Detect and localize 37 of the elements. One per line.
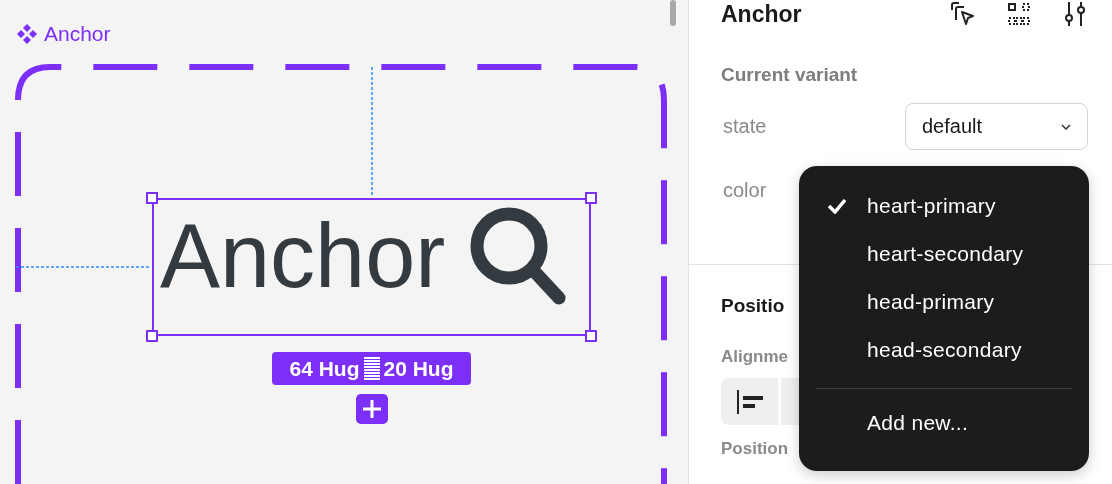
- height-value: 20 Hug: [383, 356, 454, 381]
- menu-item[interactable]: head-secondary: [815, 326, 1073, 374]
- component-icon: [16, 23, 38, 45]
- add-new-item[interactable]: Add new...: [815, 403, 1073, 443]
- search-icon: [469, 206, 568, 306]
- anchor-text: Anchor: [160, 211, 446, 301]
- menu-item[interactable]: heart-secondary: [815, 230, 1073, 278]
- resize-handle[interactable]: [146, 330, 158, 342]
- grid-button[interactable]: [1006, 0, 1032, 28]
- resize-handle[interactable]: [585, 192, 597, 204]
- state-select[interactable]: default: [905, 103, 1088, 150]
- panel-title: Anchor: [721, 0, 803, 28]
- resize-handle[interactable]: [146, 192, 158, 204]
- field-label: Alignme: [721, 347, 789, 367]
- plus-icon: [362, 399, 382, 419]
- section-heading: Current variant: [721, 64, 859, 86]
- cursor-copy-icon: [950, 1, 976, 27]
- scrollbar[interactable]: [670, 0, 676, 26]
- menu-item[interactable]: heart-primary: [815, 182, 1073, 230]
- add-button[interactable]: [356, 394, 388, 424]
- property-label: state: [722, 115, 767, 138]
- menu-item[interactable]: head-primary: [815, 278, 1073, 326]
- component-name: Anchor: [44, 22, 111, 46]
- align-left-icon: [736, 389, 763, 414]
- hug-icon: [363, 356, 380, 381]
- grid-icon: [1007, 2, 1031, 26]
- resize-handle[interactable]: [585, 330, 597, 342]
- chevron-icon: [1061, 123, 1071, 130]
- settings-button[interactable]: [1062, 0, 1088, 28]
- width-value: 64 Hug: [289, 356, 360, 381]
- select-instances-button[interactable]: [950, 0, 976, 28]
- align-left-button[interactable]: [721, 378, 778, 425]
- property-label: color: [722, 179, 767, 202]
- sliders-icon: [1063, 1, 1087, 27]
- field-label: Position: [721, 439, 789, 459]
- section-heading: Positio: [721, 295, 785, 317]
- selection-box[interactable]: [152, 198, 591, 336]
